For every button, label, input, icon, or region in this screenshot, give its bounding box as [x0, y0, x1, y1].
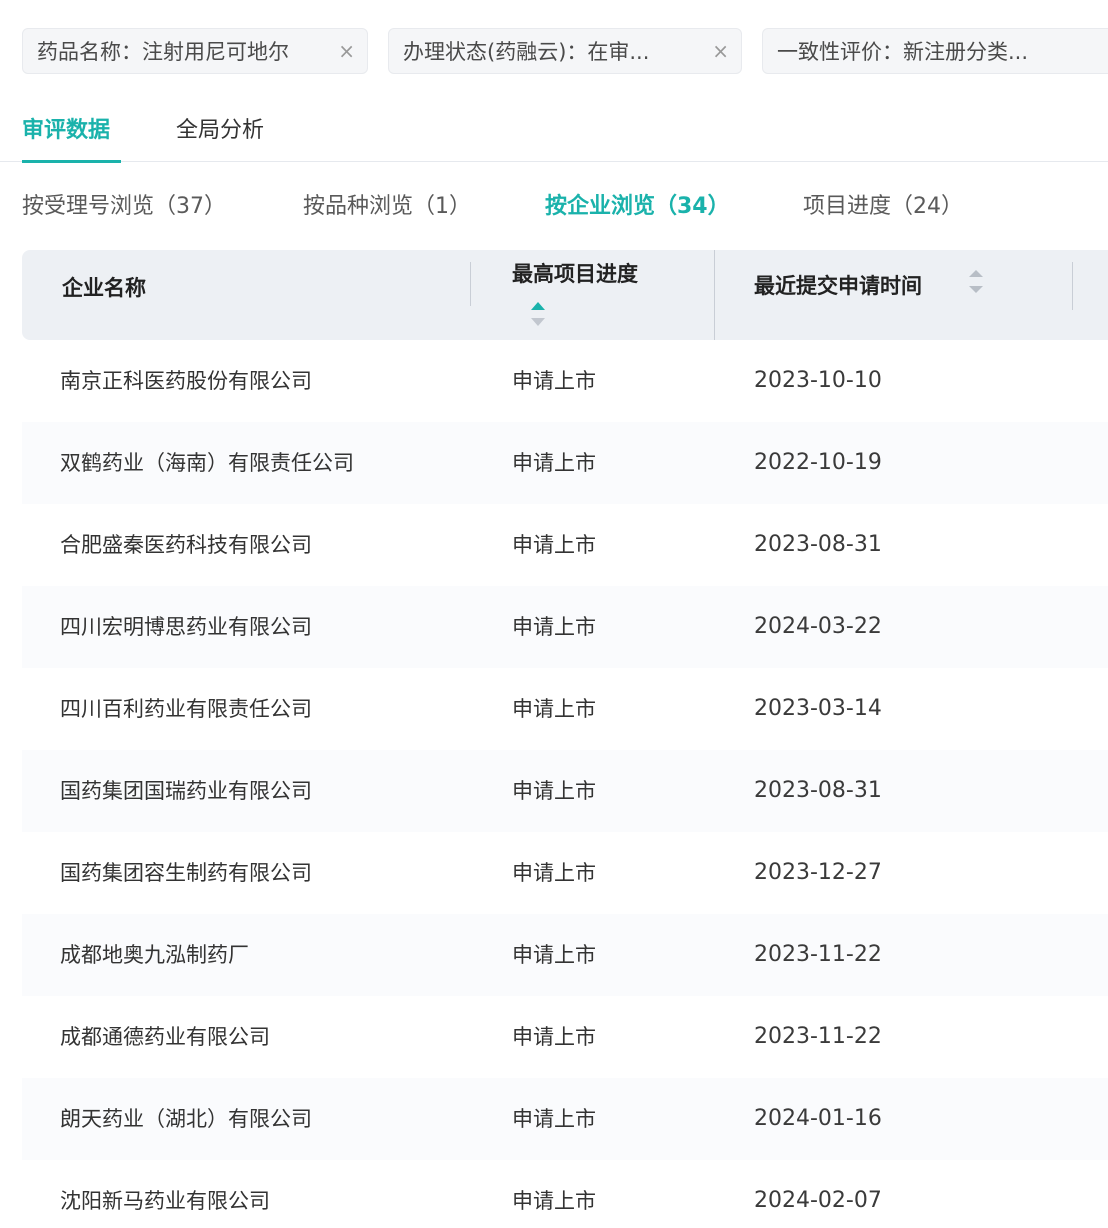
filter-chips: 药品名称：注射用尼可地尔 × 办理状态(药融云)：在审... × 一致性评价：新…: [22, 28, 1108, 74]
project-progress: 申请上市: [512, 533, 596, 557]
column-divider: [714, 250, 715, 340]
browse-tabs: 按受理号浏览（37） 按品种浏览（1） 按企业浏览（34） 项目进度（24）: [0, 188, 1108, 228]
sort-ascending-icon[interactable]: [969, 270, 983, 277]
submission-date: 2024-02-07: [754, 1188, 882, 1213]
project-progress: 申请上市: [512, 1025, 596, 1049]
filter-chip-status[interactable]: 办理状态(药融云)：在审... ×: [388, 28, 742, 74]
close-icon[interactable]: ×: [338, 41, 355, 61]
company-name[interactable]: 合肥盛秦医药科技有限公司: [60, 504, 312, 586]
company-name[interactable]: 成都通德药业有限公司: [60, 996, 270, 1078]
sort-descending-icon[interactable]: [531, 318, 545, 326]
company-name[interactable]: 朗天药业（湖北）有限公司: [60, 1078, 312, 1160]
table-row[interactable]: 沈阳新马药业有限公司 申请上市 2024-02-07: [22, 1160, 1108, 1228]
project-progress: 申请上市: [512, 861, 596, 885]
sort-ascending-icon[interactable]: [531, 302, 545, 310]
company-table: 企业名称 最高项目进度 最近提交申请时间 南京正科医药股份有限公司 申请上市 2…: [22, 250, 1108, 1228]
company-name[interactable]: 四川百利药业有限责任公司: [60, 668, 312, 750]
tab-global-analysis[interactable]: 全局分析: [176, 112, 264, 144]
project-progress: 申请上市: [512, 369, 596, 393]
close-icon[interactable]: ×: [712, 41, 729, 61]
filter-chip-label: 一致性评价：新注册分类...: [777, 40, 1029, 64]
tab-browse-by-variety[interactable]: 按品种浏览（1）: [303, 188, 471, 220]
tab-review-data[interactable]: 审评数据: [22, 112, 110, 144]
company-name[interactable]: 成都地奥九泓制药厂: [60, 914, 249, 996]
company-name[interactable]: 四川宏明博思药业有限公司: [60, 586, 312, 668]
project-progress: 申请上市: [512, 615, 596, 639]
sort-descending-icon[interactable]: [969, 286, 983, 293]
submission-date: 2024-01-16: [754, 1106, 882, 1131]
active-tab-indicator: [22, 160, 121, 163]
submission-date: 2023-10-10: [754, 368, 882, 393]
filter-chip-drug-name[interactable]: 药品名称：注射用尼可地尔 ×: [22, 28, 368, 74]
project-progress: 申请上市: [512, 451, 596, 475]
project-progress: 申请上市: [512, 779, 596, 803]
company-name[interactable]: 国药集团容生制药有限公司: [60, 832, 312, 914]
table-row[interactable]: 朗天药业（湖北）有限公司 申请上市 2024-01-16: [22, 1078, 1108, 1160]
submission-date: 2022-10-19: [754, 450, 882, 475]
submission-date: 2023-08-31: [754, 778, 882, 803]
column-divider: [470, 262, 471, 306]
project-progress: 申请上市: [512, 1189, 596, 1213]
table-row[interactable]: 四川宏明博思药业有限公司 申请上市 2024-03-22: [22, 586, 1108, 668]
column-header-progress[interactable]: 最高项目进度: [512, 258, 638, 288]
filter-chip-label: 办理状态(药融云)：在审...: [403, 40, 650, 64]
column-divider: [1072, 262, 1073, 310]
table-row[interactable]: 四川百利药业有限责任公司 申请上市 2023-03-14: [22, 668, 1108, 750]
main-tabs: 审评数据 全局分析: [0, 102, 1108, 163]
company-name[interactable]: 沈阳新马药业有限公司: [60, 1160, 270, 1228]
submission-date: 2023-03-14: [754, 696, 882, 721]
table-row[interactable]: 合肥盛秦医药科技有限公司 申请上市 2023-08-31: [22, 504, 1108, 586]
project-progress: 申请上市: [512, 1107, 596, 1131]
table-row[interactable]: 南京正科医药股份有限公司 申请上市 2023-10-10: [22, 340, 1108, 422]
table-row[interactable]: 成都地奥九泓制药厂 申请上市 2023-11-22: [22, 914, 1108, 996]
submission-date: 2023-11-22: [754, 1024, 882, 1049]
project-progress: 申请上市: [512, 697, 596, 721]
table-row[interactable]: 双鹤药业（海南）有限责任公司 申请上市 2022-10-19: [22, 422, 1108, 504]
table-row[interactable]: 成都通德药业有限公司 申请上市 2023-11-22: [22, 996, 1108, 1078]
submission-date: 2024-03-22: [754, 614, 882, 639]
table-body: 南京正科医药股份有限公司 申请上市 2023-10-10 双鹤药业（海南）有限责…: [22, 340, 1108, 1228]
tab-browse-by-company[interactable]: 按企业浏览（34）: [545, 188, 730, 220]
tab-project-progress[interactable]: 项目进度（24）: [803, 188, 963, 220]
submission-date: 2023-08-31: [754, 532, 882, 557]
project-progress: 申请上市: [512, 943, 596, 967]
column-header-date[interactable]: 最近提交申请时间: [754, 270, 922, 300]
company-name[interactable]: 南京正科医药股份有限公司: [60, 340, 312, 422]
table-row[interactable]: 国药集团容生制药有限公司 申请上市 2023-12-27: [22, 832, 1108, 914]
submission-date: 2023-12-27: [754, 860, 882, 885]
company-name[interactable]: 国药集团国瑞药业有限公司: [60, 750, 312, 832]
table-row[interactable]: 国药集团国瑞药业有限公司 申请上市 2023-08-31: [22, 750, 1108, 832]
filter-chip-label: 药品名称：注射用尼可地尔: [37, 40, 289, 64]
column-header-company[interactable]: 企业名称: [62, 272, 146, 302]
submission-date: 2023-11-22: [754, 942, 882, 967]
filter-chip-consistency[interactable]: 一致性评价：新注册分类... ×: [762, 28, 1108, 74]
company-name[interactable]: 双鹤药业（海南）有限责任公司: [60, 422, 354, 504]
tab-browse-by-acceptance-no[interactable]: 按受理号浏览（37）: [22, 188, 226, 220]
table-header: 企业名称 最高项目进度 最近提交申请时间: [22, 250, 1108, 340]
